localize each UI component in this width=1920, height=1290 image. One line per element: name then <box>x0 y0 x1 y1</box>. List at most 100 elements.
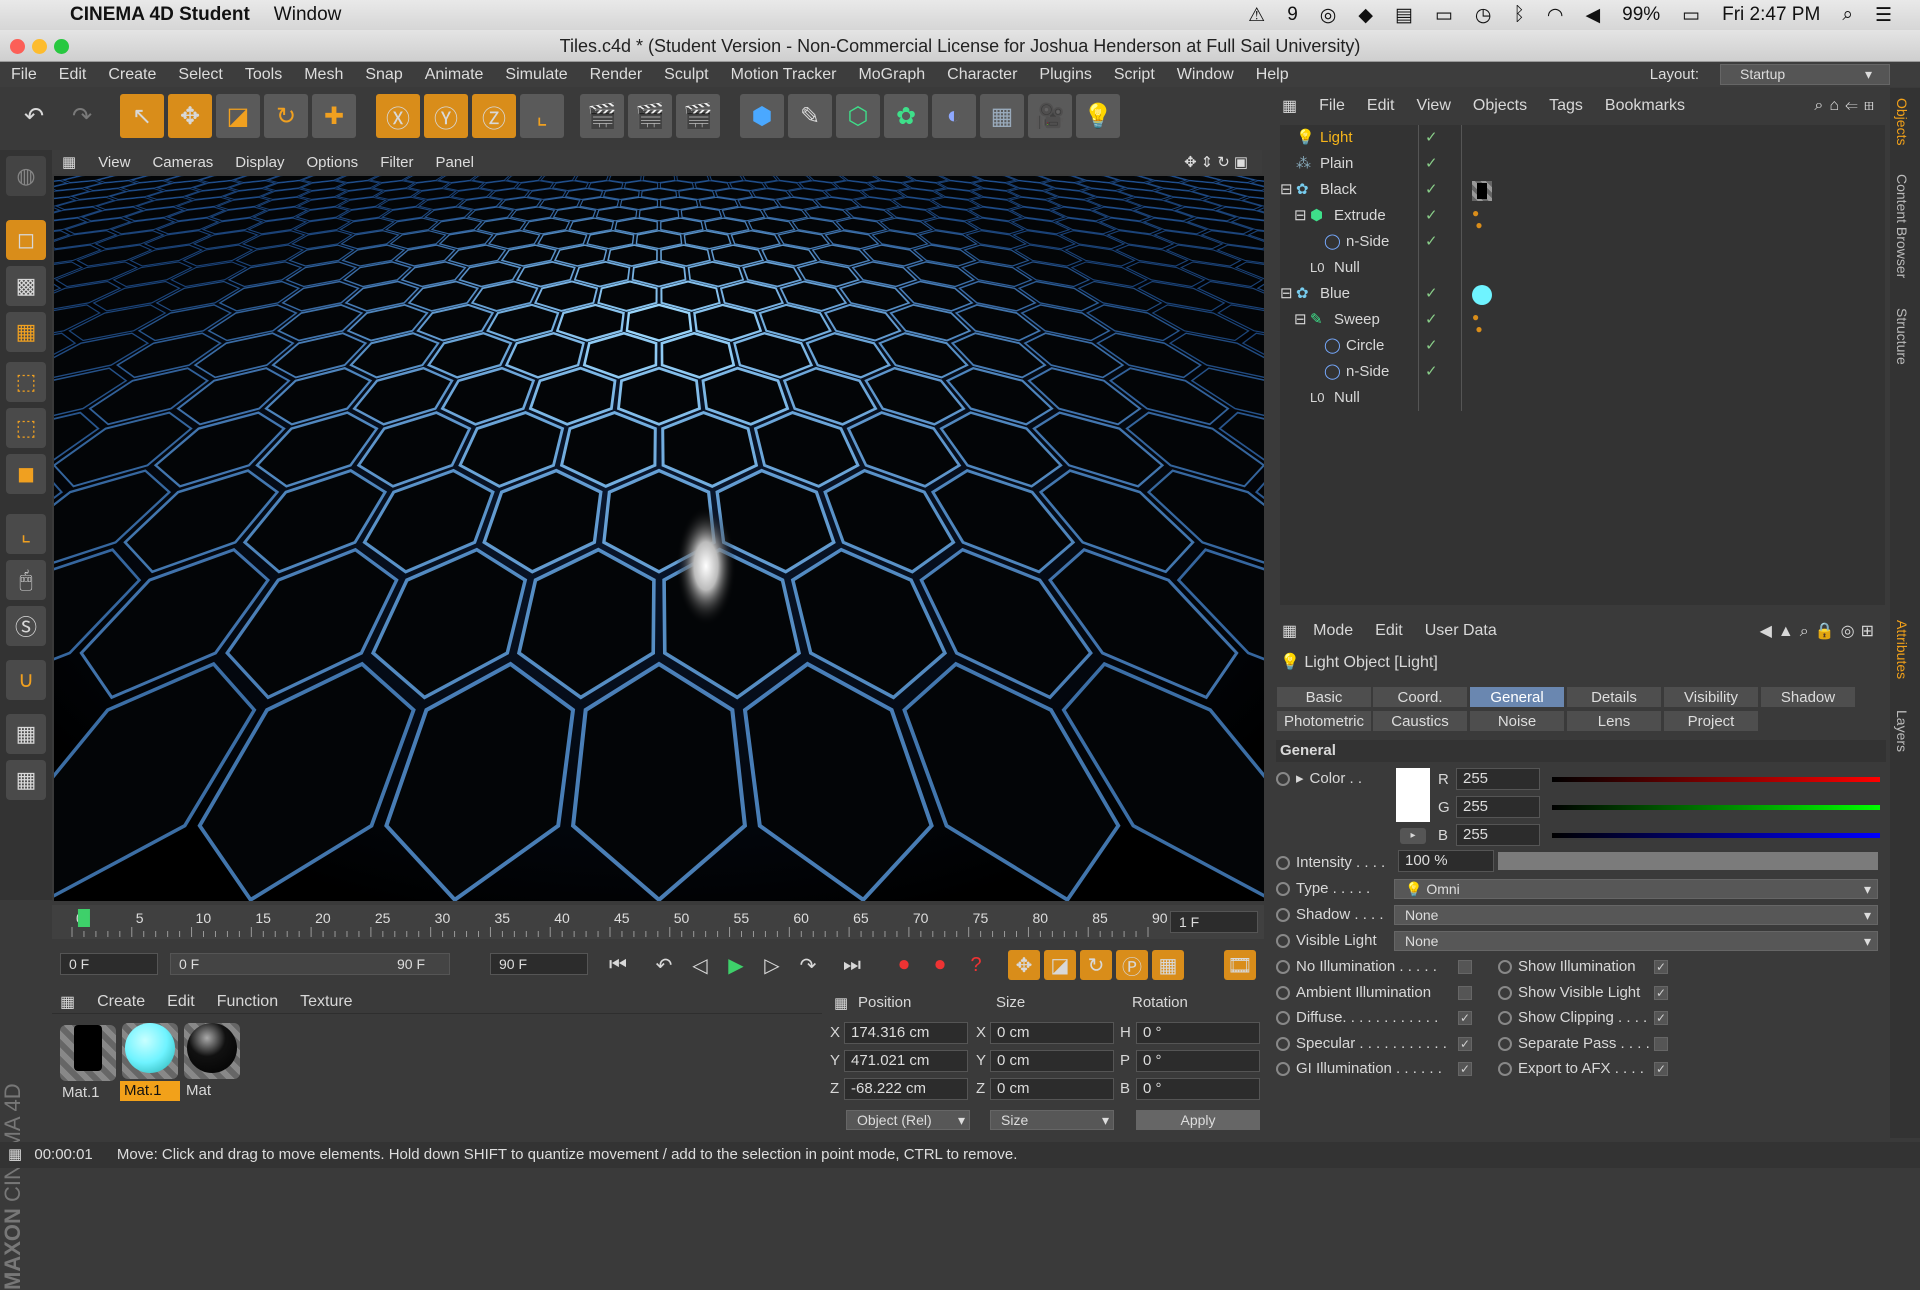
menu-motion-tracker[interactable]: Motion Tracker <box>720 66 848 84</box>
cube-icon[interactable]: ⬢ <box>740 94 784 138</box>
dropbox-icon[interactable]: ◆ <box>1358 4 1373 27</box>
attribute-nav-icons[interactable]: ◀▲⌕🔒◎⊞ <box>1760 621 1880 641</box>
checkbox[interactable]: ✓ <box>1654 1011 1668 1025</box>
color-g-field[interactable]: 255 <box>1456 796 1540 818</box>
object-flags[interactable] <box>1418 385 1462 411</box>
intensity-field[interactable]: 100 % <box>1398 850 1494 872</box>
object-row-blue[interactable]: ⊟ ✿ Blue ✓ <box>1280 281 1885 307</box>
panel-grip-icon[interactable]: ▦ <box>1282 96 1297 116</box>
animate-radio[interactable] <box>1498 985 1512 1000</box>
coordinate-system-icon[interactable]: ⌞ <box>520 94 564 138</box>
scale-tool-icon[interactable]: ◪ <box>216 94 260 138</box>
edges-mode-icon[interactable]: ⬚ <box>6 408 46 448</box>
layout-dropdown[interactable]: Startup ▾ <box>1720 64 1890 85</box>
material-swatch[interactable]: Mat.1 <box>58 1020 118 1102</box>
object-flags[interactable] <box>1418 255 1462 281</box>
tab-photometric[interactable]: Photometric <box>1276 710 1372 732</box>
color-swatch[interactable] <box>1396 768 1430 822</box>
checkbox[interactable]: ✓ <box>1654 985 1668 1000</box>
object-row-circle[interactable]: ◯ Circle ✓ <box>1280 333 1885 359</box>
size-x-field[interactable]: 0 cm <box>990 1022 1114 1044</box>
checkbox[interactable] <box>1458 985 1472 1000</box>
viewport-menu-view[interactable]: View <box>98 154 130 171</box>
color-g-slider[interactable] <box>1552 805 1880 810</box>
checkbox[interactable]: ✓ <box>1458 1036 1472 1051</box>
key-rotation-icon[interactable]: ↻ <box>1080 950 1112 980</box>
minimize-button[interactable] <box>32 39 47 54</box>
position-x-field[interactable]: 174.316 cm <box>844 1022 968 1044</box>
animate-radio[interactable] <box>1276 934 1290 949</box>
rotate-tool-icon[interactable]: ↻ <box>264 94 308 138</box>
end-frame-field[interactable]: 90 F <box>490 953 588 975</box>
position-y-field[interactable]: 471.021 cm <box>844 1050 968 1072</box>
animate-radio[interactable] <box>1276 908 1290 923</box>
airplay-icon[interactable]: ▭ <box>1435 4 1453 27</box>
creative-cloud-icon[interactable]: ◎ <box>1320 4 1337 27</box>
rotation-h-field[interactable]: 0 ° <box>1136 1022 1260 1044</box>
animate-radio[interactable] <box>1276 985 1290 1000</box>
axis-mode-icon[interactable]: ⌞ <box>6 514 46 554</box>
viewport-menu-display[interactable]: Display <box>235 154 284 171</box>
side-tab-structure[interactable]: Structure <box>1894 308 1910 365</box>
cloner-icon[interactable]: ✿ <box>884 94 928 138</box>
tab-shadow[interactable]: Shadow <box>1760 686 1856 708</box>
object-row-light[interactable]: 💡 Light ✓ <box>1280 125 1885 151</box>
frame-range-slider[interactable]: 0 F 90 F <box>170 953 450 975</box>
render-picture-viewer-icon[interactable]: 🎬 <box>628 94 672 138</box>
clipboard-icon[interactable]: ▤ <box>1395 4 1413 27</box>
workplane-lock-icon[interactable]: ▦ <box>6 714 46 754</box>
battery-percent[interactable]: 99% <box>1622 4 1660 26</box>
key-position-icon[interactable]: ✥ <box>1008 950 1040 980</box>
checkbox[interactable] <box>1654 1036 1668 1051</box>
panel-grip-icon[interactable]: ▦ <box>60 992 75 1012</box>
object-flags[interactable]: ✓ <box>1418 151 1462 177</box>
object-menu-edit[interactable]: Edit <box>1367 97 1395 115</box>
menu-script[interactable]: Script <box>1103 66 1166 84</box>
tab-noise[interactable]: Noise <box>1469 710 1565 732</box>
checkbox[interactable] <box>1458 960 1472 974</box>
collapse-icon[interactable]: ⊟ <box>1280 281 1293 307</box>
wifi-icon[interactable]: ◠ <box>1547 4 1564 27</box>
record-keys-icon[interactable]: ⏺ <box>888 950 920 980</box>
subdivision-icon[interactable]: ⬡ <box>836 94 880 138</box>
animate-radio[interactable] <box>1276 960 1290 975</box>
redo-icon[interactable]: ↷ <box>60 94 104 138</box>
intensity-slider[interactable] <box>1498 852 1878 870</box>
object-row-sweep[interactable]: ⊟ ✎ Sweep ✓ ● ● <box>1280 307 1885 335</box>
material-menu-texture[interactable]: Texture <box>300 993 352 1011</box>
material-tag-icon[interactable] <box>1472 181 1492 201</box>
timeline-ruler[interactable]: 051015202530354045505560657075808590 1 F <box>52 905 1264 939</box>
object-menu-tags[interactable]: Tags <box>1549 97 1583 115</box>
previous-frame-icon[interactable]: ◁ <box>684 950 716 980</box>
animate-radio[interactable] <box>1276 772 1290 787</box>
key-parameter-icon[interactable]: Ⓟ <box>1116 950 1148 980</box>
material-menu-function[interactable]: Function <box>217 993 278 1011</box>
tab-details[interactable]: Details <box>1566 686 1662 708</box>
size-y-field[interactable]: 0 cm <box>990 1050 1114 1072</box>
rotation-b-field[interactable]: 0 ° <box>1136 1078 1260 1100</box>
x-axis-icon[interactable]: Ⓧ <box>376 94 420 138</box>
planar-workplane-icon[interactable]: ▦ <box>6 760 46 800</box>
shadow-dropdown[interactable]: None ▾ <box>1394 905 1878 925</box>
attribute-menu-edit[interactable]: Edit <box>1375 622 1403 640</box>
object-menu-view[interactable]: View <box>1416 97 1450 115</box>
object-flags[interactable]: ✓ <box>1418 307 1462 333</box>
texture-mode-icon[interactable]: ▩ <box>6 266 46 306</box>
object-flags[interactable]: ✓ <box>1418 125 1462 151</box>
object-flags[interactable]: ✓ <box>1418 229 1462 255</box>
side-tab-objects[interactable]: Objects <box>1894 98 1910 145</box>
play-icon[interactable]: ▶ <box>720 950 752 980</box>
side-tab-attributes[interactable]: Attributes <box>1894 620 1910 679</box>
material-swatch[interactable]: Mat <box>182 1020 242 1102</box>
menu-create[interactable]: Create <box>97 66 167 84</box>
object-menu-objects[interactable]: Objects <box>1473 97 1527 115</box>
position-z-field[interactable]: -68.222 cm <box>844 1078 968 1100</box>
menu-sculpt[interactable]: Sculpt <box>653 66 719 84</box>
animate-radio[interactable] <box>1498 960 1512 975</box>
type-dropdown[interactable]: 💡 Omni ▾ <box>1394 879 1878 899</box>
tab-lens[interactable]: Lens <box>1566 710 1662 732</box>
animate-radio[interactable] <box>1276 856 1290 871</box>
color-b-field[interactable]: 255 <box>1456 824 1540 846</box>
color-r-field[interactable]: 255 <box>1456 768 1540 790</box>
expand-arrow-icon[interactable]: ▸ <box>1296 770 1304 787</box>
